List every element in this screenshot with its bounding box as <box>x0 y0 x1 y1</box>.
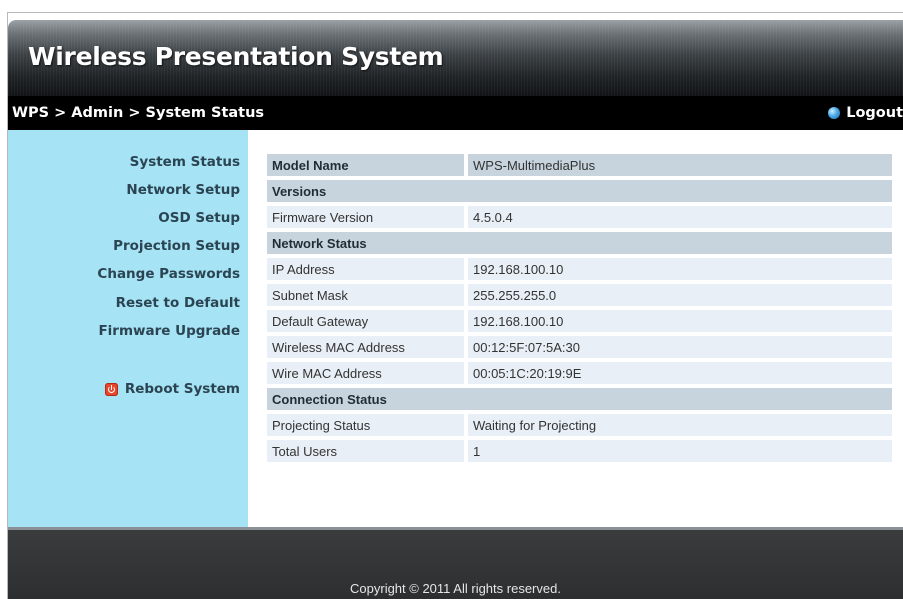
header-banner: Wireless Presentation System <box>8 20 903 96</box>
wireless-mac-label: Wireless MAC Address <box>267 336 468 358</box>
network-status-header: Network Status <box>267 232 892 254</box>
versions-header: Versions <box>267 180 892 202</box>
reboot-system-label: Reboot System <box>124 381 240 397</box>
table-row: Projecting Status Waiting for Projecting <box>267 414 892 436</box>
footer: Copyright © 2011 All rights reserved. <box>8 530 903 599</box>
sidebar-item-change-passwords[interactable]: Change Passwords <box>97 266 240 282</box>
firmware-version-label: Firmware Version <box>267 206 468 228</box>
subnet-mask-label: Subnet Mask <box>267 284 468 306</box>
total-users-label: Total Users <box>267 440 468 462</box>
section-header-row: Connection Status <box>267 388 892 410</box>
connection-status-header: Connection Status <box>267 388 892 410</box>
table-row: IP Address 192.168.100.10 <box>267 258 892 280</box>
sidebar-item-reset-to-default[interactable]: Reset to Default <box>116 295 240 311</box>
table-row: Model Name WPS-MultimediaPlus <box>267 154 892 176</box>
reboot-system-button[interactable]: Reboot System <box>104 381 240 397</box>
default-gateway-value: 192.168.100.10 <box>468 310 892 332</box>
table-row: Subnet Mask 255.255.255.0 <box>267 284 892 306</box>
model-name-label: Model Name <box>267 154 468 176</box>
wire-mac-value: 00:05:1C:20:19:9E <box>468 362 892 384</box>
sidebar-item-system-status[interactable]: System Status <box>130 154 240 170</box>
table-row: Default Gateway 192.168.100.10 <box>267 310 892 332</box>
app-title: Wireless Presentation System <box>28 42 444 71</box>
sidebar: System Status Network Setup OSD Setup Pr… <box>8 130 248 527</box>
logout-button[interactable]: Logout <box>828 105 903 121</box>
power-icon <box>104 382 118 396</box>
breadcrumb: WPS > Admin > System Status <box>12 105 265 121</box>
wire-mac-label: Wire MAC Address <box>267 362 468 384</box>
table-row: Wire MAC Address 00:05:1C:20:19:9E <box>267 362 892 384</box>
total-users-value: 1 <box>468 440 892 462</box>
main-content: Model Name WPS-MultimediaPlus Versions F… <box>248 130 903 527</box>
model-name-value: WPS-MultimediaPlus <box>468 154 892 176</box>
ip-address-label: IP Address <box>267 258 468 280</box>
sidebar-item-network-setup[interactable]: Network Setup <box>126 182 240 198</box>
logout-label: Logout <box>846 105 903 121</box>
default-gateway-label: Default Gateway <box>267 310 468 332</box>
projecting-status-label: Projecting Status <box>267 414 468 436</box>
projecting-status-value: Waiting for Projecting <box>468 414 892 436</box>
table-row: Firmware Version 4.5.0.4 <box>267 206 892 228</box>
firmware-version-value: 4.5.0.4 <box>468 206 892 228</box>
wireless-mac-value: 00:12:5F:07:5A:30 <box>468 336 892 358</box>
ip-address-value: 192.168.100.10 <box>468 258 892 280</box>
section-header-row: Versions <box>267 180 892 202</box>
section-header-row: Network Status <box>267 232 892 254</box>
sidebar-item-firmware-upgrade[interactable]: Firmware Upgrade <box>98 323 240 339</box>
sidebar-item-projection-setup[interactable]: Projection Setup <box>113 238 240 254</box>
table-row: Wireless MAC Address 00:12:5F:07:5A:30 <box>267 336 892 358</box>
table-row: Total Users 1 <box>267 440 892 462</box>
sidebar-item-osd-setup[interactable]: OSD Setup <box>158 210 240 226</box>
copyright-text: Copyright © 2011 All rights reserved. <box>350 581 561 596</box>
breadcrumb-bar: WPS > Admin > System Status Logout <box>8 96 903 130</box>
subnet-mask-value: 255.255.255.0 <box>468 284 892 306</box>
system-status-table: Model Name WPS-MultimediaPlus Versions F… <box>267 150 892 466</box>
logout-bullet-icon <box>828 107 841 119</box>
